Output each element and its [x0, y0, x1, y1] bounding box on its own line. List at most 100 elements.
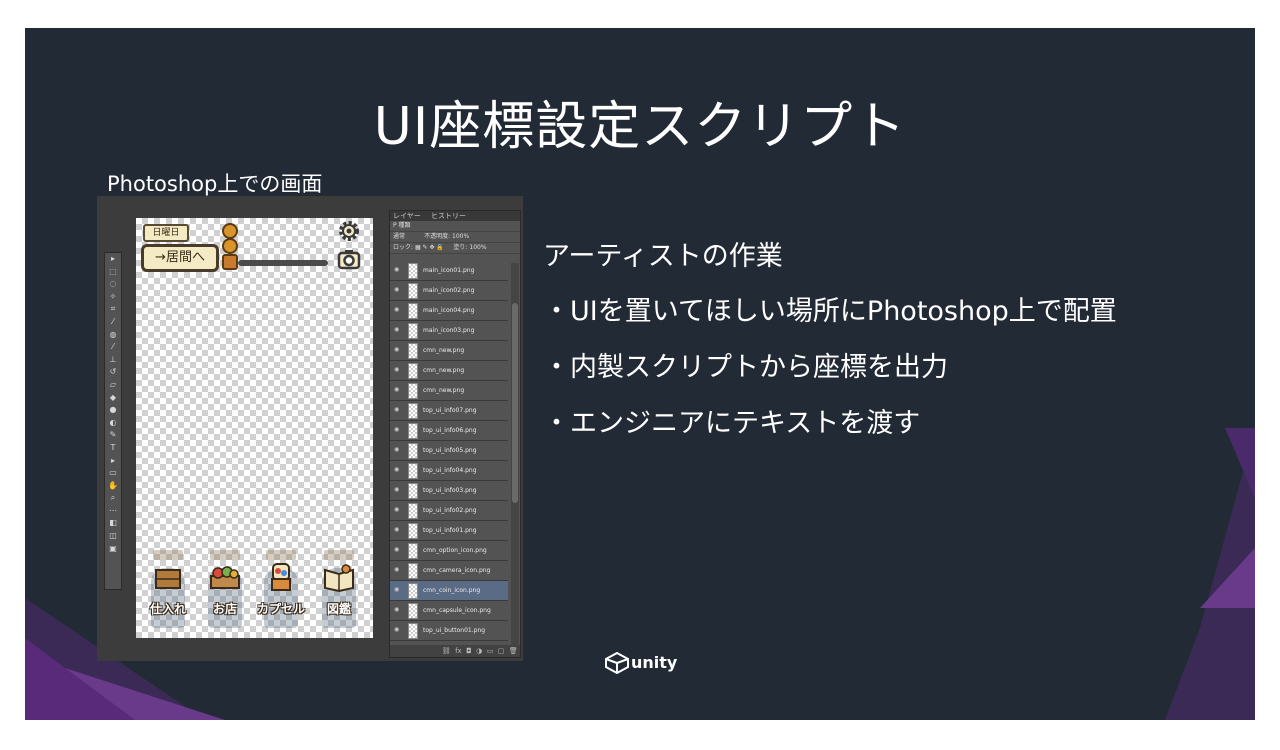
lock-icons[interactable]: ▦ ✎ ✥ 🔒	[415, 244, 444, 251]
layer-row[interactable]: ◉ cmn_new.png	[390, 381, 508, 401]
eye-icon[interactable]: ◉	[394, 307, 400, 313]
unity-logo: unity	[605, 651, 677, 678]
layer-row[interactable]: ◉ top_ui_info04.png	[390, 461, 508, 481]
layers-scrollbar[interactable]	[511, 263, 519, 647]
layer-row[interactable]: ◉ top_ui_info03.png	[390, 481, 508, 501]
color-swatch-icon[interactable]: ◧	[105, 517, 121, 530]
tab-history[interactable]: ヒストリー	[431, 212, 466, 220]
layer-name: top_ui_button01.png	[423, 627, 486, 634]
brush-tool-icon[interactable]: ⁄	[105, 341, 121, 354]
layer-name: top_ui_info05.png	[423, 447, 477, 454]
shape-tool-icon[interactable]: ▭	[105, 467, 121, 480]
home-button[interactable]: →居間へ	[141, 244, 219, 272]
layer-row[interactable]: ◉ top_ui_button01.png	[390, 621, 508, 641]
layer-row[interactable]: ◉ top_ui_info02.png	[390, 501, 508, 521]
eye-icon[interactable]: ◉	[394, 527, 400, 533]
new-layer-icon[interactable]: ▢	[498, 647, 505, 655]
gear-icon[interactable]	[337, 219, 361, 243]
zoom-tool-icon[interactable]: ⌕	[105, 492, 121, 505]
healing-tool-icon[interactable]: ◍	[105, 329, 121, 342]
eye-icon[interactable]: ◉	[394, 567, 400, 573]
fx-icon[interactable]: fx	[455, 647, 462, 655]
pen-tool-icon[interactable]: ✎	[105, 429, 121, 442]
dodge-tool-icon[interactable]: ◐	[105, 417, 121, 430]
eye-icon[interactable]: ◉	[394, 327, 400, 333]
layer-row[interactable]: ◉ cmn_new.png	[390, 361, 508, 381]
layer-row[interactable]: ◉ top_ui_info07.png	[390, 401, 508, 421]
eyedropper-tool-icon[interactable]: ⁄	[105, 316, 121, 329]
eraser-tool-icon[interactable]: ▱	[105, 379, 121, 392]
layer-row[interactable]: ◉ main_icon02.png	[390, 281, 508, 301]
eye-icon[interactable]: ◉	[394, 267, 400, 273]
layer-row[interactable]: ◉ cmn_capsule_icon.png	[390, 601, 508, 621]
layer-row[interactable]: ◉ main_icon04.png	[390, 301, 508, 321]
eye-icon[interactable]: ◉	[394, 387, 400, 393]
scrollbar-thumb[interactable]	[512, 303, 518, 503]
magic-wand-tool-icon[interactable]: ✧	[105, 291, 121, 304]
layer-thumbnail	[408, 503, 418, 519]
eye-icon[interactable]: ◉	[394, 287, 400, 293]
layer-row[interactable]: ◉ cmn_coin_icon.png	[390, 581, 508, 601]
move-tool-icon[interactable]: ▸	[105, 253, 121, 266]
screen-mode-icon[interactable]: ▣	[105, 543, 121, 556]
eye-icon[interactable]: ◉	[394, 607, 400, 613]
crop-tool-icon[interactable]: ⌗	[105, 303, 121, 316]
camera-icon[interactable]	[337, 248, 361, 270]
hand-tool-icon[interactable]: ✋	[105, 480, 121, 493]
tab-layers[interactable]: レイヤー	[393, 212, 421, 220]
eye-icon[interactable]: ◉	[394, 447, 400, 453]
marquee-tool-icon[interactable]: ⬚	[105, 266, 121, 279]
adjustment-icon[interactable]: ◑	[476, 647, 482, 655]
fill-label: 塗り	[453, 244, 466, 251]
eye-icon[interactable]: ◉	[394, 347, 400, 353]
lasso-tool-icon[interactable]: ◌	[105, 278, 121, 291]
quick-mask-icon[interactable]: ◫	[105, 530, 121, 543]
layer-filter[interactable]: P 種類	[390, 221, 520, 232]
fill-input[interactable]: 100%	[469, 244, 486, 251]
eye-icon[interactable]: ◉	[394, 507, 400, 513]
capsule-button[interactable]: カプセル	[257, 550, 305, 635]
trash-icon[interactable]: 🗑	[509, 647, 518, 655]
layer-row[interactable]: ◉ top_ui_info01.png	[390, 521, 508, 541]
layer-row[interactable]: ◉ cmn_new.png	[390, 341, 508, 361]
eye-icon[interactable]: ◉	[394, 407, 400, 413]
slide-title: UI座標設定スクリプト	[373, 97, 907, 157]
document-canvas[interactable]: 日曜日 →居間へ 仕入れ お店 カプセル 図鑑	[136, 218, 373, 638]
eye-icon[interactable]: ◉	[394, 547, 400, 553]
shop-button[interactable]: お店	[202, 550, 248, 635]
stamp-tool-icon[interactable]: ⊥	[105, 354, 121, 367]
layer-list: ◉ main_icon01.png ◉ main_icon02.png ◉ main_ic…	[390, 261, 508, 641]
path-select-tool-icon[interactable]: ▸	[105, 455, 121, 468]
history-brush-icon[interactable]: ↺	[105, 366, 121, 379]
bullet-item: ・UIを置いてほしい場所にPhotoshop上で配置	[543, 296, 1117, 327]
eye-icon[interactable]: ◉	[394, 487, 400, 493]
blend-mode-select[interactable]: 通常	[393, 233, 405, 240]
layer-name: main_icon01.png	[423, 267, 475, 274]
blur-tool-icon[interactable]: ●	[105, 404, 121, 417]
folder-icon[interactable]: ▭	[487, 647, 494, 655]
eye-icon[interactable]: ◉	[394, 627, 400, 633]
layer-row[interactable]: ◉ top_ui_info05.png	[390, 441, 508, 461]
bucket-tool-icon[interactable]: ◆	[105, 392, 121, 405]
layer-row[interactable]: ◉ cmn_option_icon.png	[390, 541, 508, 561]
extra-tool-icon[interactable]: ⋯	[105, 505, 121, 518]
eye-icon[interactable]: ◉	[394, 367, 400, 373]
encyclopedia-button[interactable]: 図鑑	[316, 550, 362, 635]
layer-row[interactable]: ◉ cmn_camera_icon.png	[390, 561, 508, 581]
mask-icon[interactable]: ◘	[466, 647, 472, 655]
layer-name: cmn_new.png	[423, 367, 465, 374]
layer-thumbnail	[408, 403, 418, 419]
opacity-input[interactable]: 100%	[452, 233, 469, 240]
eye-icon[interactable]: ◉	[394, 587, 400, 593]
link-icon[interactable]: ⛓	[442, 647, 451, 655]
layer-row[interactable]: ◉ main_icon01.png	[390, 261, 508, 281]
layer-thumbnail	[408, 263, 418, 279]
layer-row[interactable]: ◉ top_ui_info06.png	[390, 421, 508, 441]
layer-row[interactable]: ◉ main_icon03.png	[390, 321, 508, 341]
eye-icon[interactable]: ◉	[394, 467, 400, 473]
type-tool-icon[interactable]: T	[105, 442, 121, 455]
shiire-button[interactable]: 仕入れ	[145, 550, 191, 635]
bottom-item-label: カプセル	[256, 602, 305, 616]
layer-name: top_ui_info07.png	[423, 407, 477, 414]
eye-icon[interactable]: ◉	[394, 427, 400, 433]
